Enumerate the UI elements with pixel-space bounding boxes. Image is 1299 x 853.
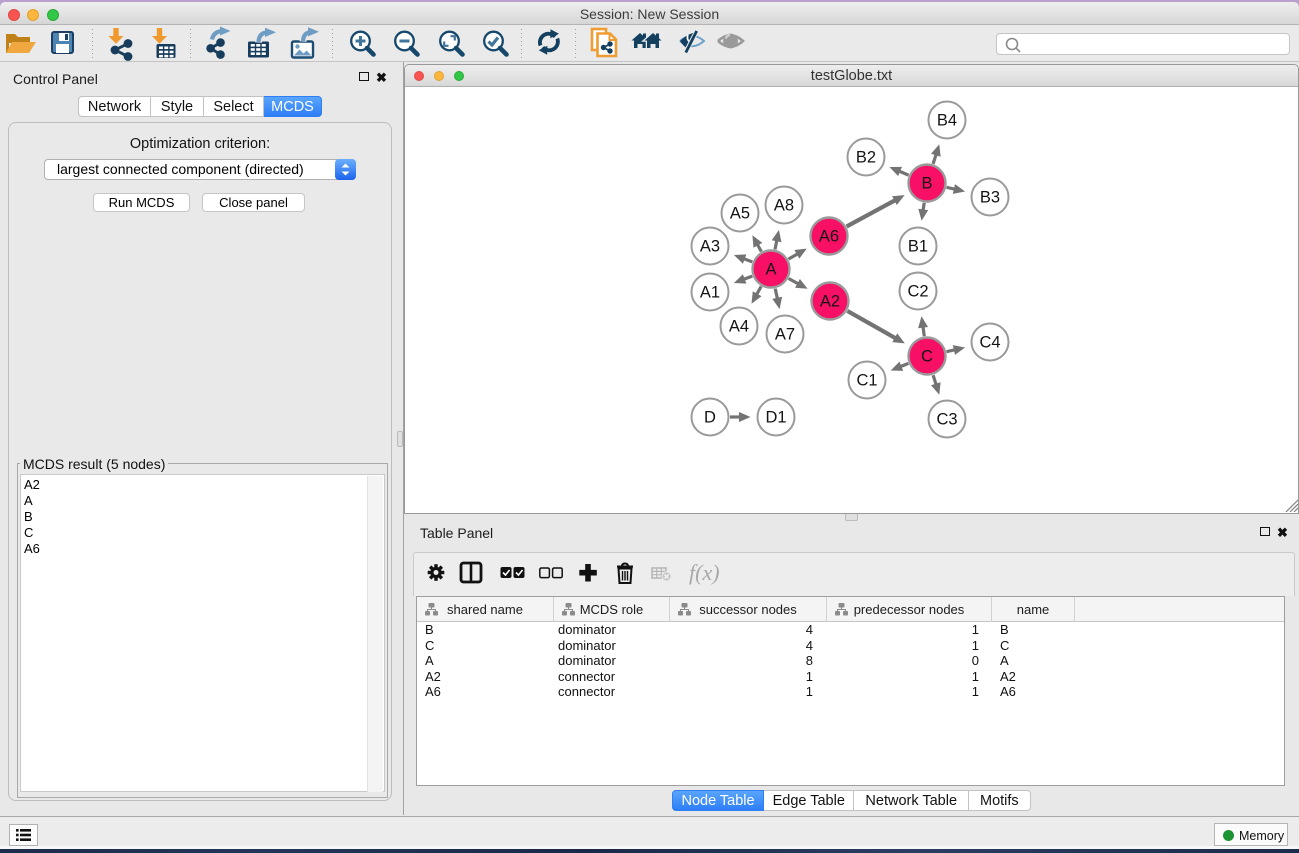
svg-text:B: B (921, 175, 932, 193)
svg-text:A1: A1 (700, 284, 720, 302)
svg-text:C1: C1 (856, 372, 877, 390)
svg-text:A5: A5 (730, 205, 750, 223)
svg-text:A8: A8 (774, 197, 794, 215)
svg-text:C: C (921, 348, 933, 366)
svg-text:A: A (765, 261, 776, 279)
svg-text:B4: B4 (937, 112, 957, 130)
svg-text:D: D (704, 409, 716, 427)
svg-text:B2: B2 (856, 149, 876, 167)
svg-text:C4: C4 (979, 334, 1000, 352)
svg-text:A6: A6 (819, 228, 839, 246)
svg-text:C2: C2 (907, 283, 928, 301)
svg-text:A4: A4 (729, 318, 749, 336)
svg-text:B1: B1 (908, 238, 928, 256)
svg-text:A3: A3 (700, 238, 720, 256)
svg-text:D1: D1 (765, 409, 786, 427)
svg-text:A7: A7 (775, 326, 795, 344)
svg-text:B3: B3 (980, 189, 1000, 207)
svg-text:A2: A2 (820, 293, 840, 311)
svg-text:C3: C3 (936, 411, 957, 429)
